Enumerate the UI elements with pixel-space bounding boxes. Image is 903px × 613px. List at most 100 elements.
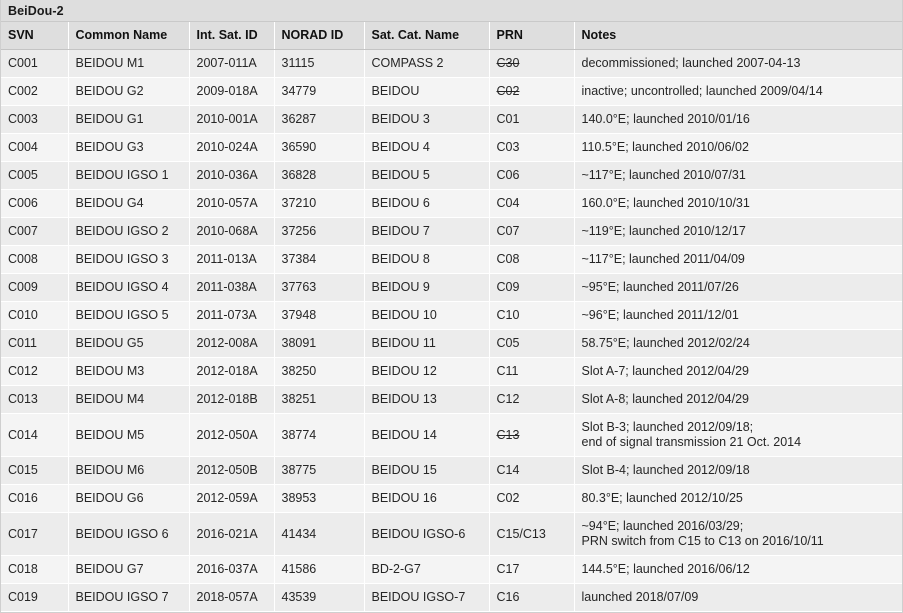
prn-value: C05 xyxy=(496,336,520,350)
cell-common-name: BEIDOU G6 xyxy=(68,484,190,513)
cell-svn: C007 xyxy=(1,217,69,246)
cell-sat-cat-name: BEIDOU 13 xyxy=(364,385,490,414)
table-header: SVN Common Name Int. Sat. ID NORAD ID Sa… xyxy=(1,22,902,50)
cell-svn: C011 xyxy=(1,329,69,358)
note-line: Slot B-3; launched 2012/09/18; xyxy=(581,420,754,434)
cell-int-sat-id: 2007-011A xyxy=(189,49,275,78)
cell-prn: C09 xyxy=(489,273,575,302)
table-row: C009 BEIDOU IGSO 4 2011-038A 37763 BEIDOU 9 C… xyxy=(1,273,902,302)
cell-int-sat-id: 2012-008A xyxy=(189,329,275,358)
cell-svn: C005 xyxy=(1,161,69,190)
note-line: ~96°E; launched 2011/12/01 xyxy=(581,308,739,322)
cell-int-sat-id: 2012-018A xyxy=(189,357,275,386)
table-row: C005 BEIDOU IGSO 1 2010-036A 36828 BEIDOU 5 C… xyxy=(1,161,902,190)
prn-value: C15/C13 xyxy=(496,526,546,541)
cell-norad-id: 41586 xyxy=(274,555,365,584)
cell-prn: C10 xyxy=(489,301,575,330)
cell-common-name: BEIDOU M5 xyxy=(68,413,190,457)
note-line: decommissioned; launched 2007-04-13 xyxy=(581,56,801,70)
cell-common-name: BEIDOU M6 xyxy=(68,456,190,485)
cell-svn: C017 xyxy=(1,512,69,556)
cell-int-sat-id: 2011-013A xyxy=(189,245,275,274)
cell-int-sat-id: 2012-050B xyxy=(189,456,275,485)
cell-notes: 144.5°E; launched 2016/06/12 xyxy=(574,555,902,584)
cell-notes: 110.5°E; launched 2010/06/02 xyxy=(574,133,902,162)
table-row: C008 BEIDOU IGSO 3 2011-013A 37384 BEIDOU 8 C… xyxy=(1,245,902,274)
cell-norad-id: 37256 xyxy=(274,217,365,246)
note-line: ~117°E; launched 2011/04/09 xyxy=(581,252,745,266)
column-header-sat-cat-name[interactable]: Sat. Cat. Name xyxy=(364,22,490,50)
table-row: C014 BEIDOU M5 2012-050A 38774 BEIDOU 14 C13 S… xyxy=(1,413,902,457)
table-row: C019 BEIDOU IGSO 7 2018-057A 43539 BEIDOU IG… xyxy=(1,583,902,612)
cell-common-name: BEIDOU IGSO 1 xyxy=(68,161,190,190)
prn-value: C08 xyxy=(496,252,520,266)
cell-sat-cat-name: BEIDOU 12 xyxy=(364,357,490,386)
prn-value-retired: C30 xyxy=(496,56,520,70)
prn-value: C10 xyxy=(496,308,520,322)
cell-common-name: BEIDOU G5 xyxy=(68,329,190,358)
cell-norad-id: 38250 xyxy=(274,357,365,386)
cell-svn: C018 xyxy=(1,555,69,584)
note-line: 110.5°E; launched 2010/06/02 xyxy=(581,140,749,154)
table-row: C001 BEIDOU M1 2007-011A 31115 COMPASS 2 C30 d… xyxy=(1,49,902,78)
cell-norad-id: 41434 xyxy=(274,512,365,556)
cell-common-name: BEIDOU IGSO 2 xyxy=(68,217,190,246)
cell-svn: C010 xyxy=(1,301,69,330)
note-line: ~94°E; launched 2016/03/29; xyxy=(581,519,744,533)
table-row: C015 BEIDOU M6 2012-050B 38775 BEIDOU 15 C14 S… xyxy=(1,456,902,485)
prn-value: C09 xyxy=(496,280,520,294)
cell-prn: C02 xyxy=(489,484,575,513)
cell-int-sat-id: 2011-073A xyxy=(189,301,275,330)
cell-sat-cat-name: BEIDOU IGSO-6 xyxy=(364,512,490,556)
cell-prn: C02 xyxy=(489,77,575,106)
prn-value-retired: C02 xyxy=(496,84,520,98)
table-row: C007 BEIDOU IGSO 2 2010-068A 37256 BEIDOU 7 C… xyxy=(1,217,902,246)
cell-prn: C07 xyxy=(489,217,575,246)
cell-sat-cat-name: BEIDOU 4 xyxy=(364,133,490,162)
cell-common-name: BEIDOU IGSO 6 xyxy=(68,512,190,556)
cell-notes: Slot B-3; launched 2012/09/18; end of sig… xyxy=(574,413,902,457)
cell-notes: 140.0°E; launched 2010/01/16 xyxy=(574,105,902,134)
cell-svn: C016 xyxy=(1,484,69,513)
cell-sat-cat-name: BEIDOU xyxy=(364,77,490,106)
cell-norad-id: 31115 xyxy=(274,49,365,78)
prn-value: C01 xyxy=(496,112,520,126)
cell-notes: Slot A-7; launched 2012/04/29 xyxy=(574,357,902,386)
column-header-prn[interactable]: PRN xyxy=(489,22,575,50)
cell-int-sat-id: 2012-050A xyxy=(189,413,275,457)
cell-int-sat-id: 2018-057A xyxy=(189,583,275,612)
column-header-common-name[interactable]: Common Name xyxy=(68,22,190,50)
cell-sat-cat-name: BEIDOU 7 xyxy=(364,217,490,246)
table-row: C013 BEIDOU M4 2012-018B 38251 BEIDOU 13 C12 S… xyxy=(1,385,902,414)
cell-common-name: BEIDOU IGSO 4 xyxy=(68,273,190,302)
column-header-int-sat-id[interactable]: Int. Sat. ID xyxy=(189,22,275,50)
cell-int-sat-id: 2010-036A xyxy=(189,161,275,190)
column-header-svn[interactable]: SVN xyxy=(1,22,69,50)
cell-norad-id: 36828 xyxy=(274,161,365,190)
cell-sat-cat-name: BEIDOU IGSO-7 xyxy=(364,583,490,612)
cell-svn: C002 xyxy=(1,77,69,106)
cell-int-sat-id: 2011-038A xyxy=(189,273,275,302)
cell-sat-cat-name: BEIDOU 5 xyxy=(364,161,490,190)
cell-svn: C001 xyxy=(1,49,69,78)
column-header-notes[interactable]: Notes xyxy=(574,22,902,50)
cell-sat-cat-name: BEIDOU 8 xyxy=(364,245,490,274)
table-header-row: SVN Common Name Int. Sat. ID NORAD ID Sa… xyxy=(1,22,902,50)
column-header-norad-id[interactable]: NORAD ID xyxy=(274,22,365,50)
cell-int-sat-id: 2010-024A xyxy=(189,133,275,162)
prn-value-retired: C13 xyxy=(496,427,520,442)
page-title: BeiDou-2 xyxy=(1,0,902,22)
table-body: C001 BEIDOU M1 2007-011A 31115 COMPASS 2 C30 d… xyxy=(1,49,902,612)
prn-value: C04 xyxy=(496,196,520,210)
table-row: C003 BEIDOU G1 2010-001A 36287 BEIDOU 3 C01 14… xyxy=(1,105,902,134)
cell-prn: C13 xyxy=(489,413,575,457)
cell-common-name: BEIDOU G4 xyxy=(68,189,190,218)
cell-prn: C04 xyxy=(489,189,575,218)
cell-common-name: BEIDOU M1 xyxy=(68,49,190,78)
cell-sat-cat-name: BEIDOU 6 xyxy=(364,189,490,218)
note-line: end of signal transmission 21 Oct. 2014 xyxy=(581,435,802,449)
note-line: launched 2018/07/09 xyxy=(581,590,699,604)
table-row: C010 BEIDOU IGSO 5 2011-073A 37948 BEIDOU 10… xyxy=(1,301,902,330)
cell-sat-cat-name: BEIDOU 10 xyxy=(364,301,490,330)
table-row: C002 BEIDOU G2 2009-018A 34779 BEIDOU C02 inac… xyxy=(1,77,902,106)
